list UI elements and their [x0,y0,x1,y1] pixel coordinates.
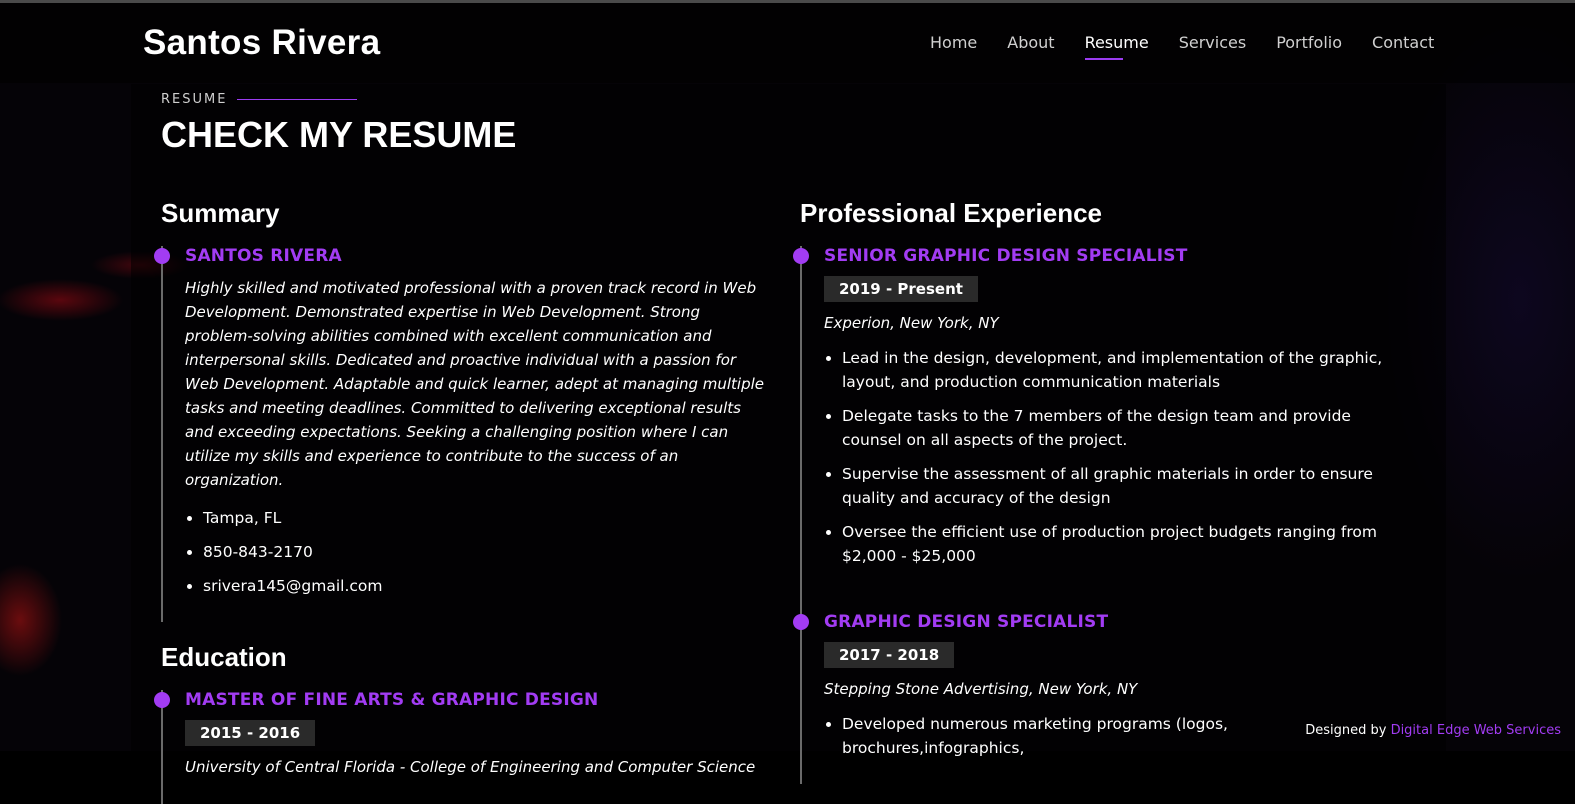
job-title: SENIOR GRAPHIC DESIGN SPECIALIST [824,246,1188,266]
section-title: CHECK MY RESUME [161,114,517,155]
contact-phone: 850-843-2170 [203,540,771,564]
job-item: SENIOR GRAPHIC DESIGN SPECIALIST 2019 - … [793,246,1410,612]
summary-item: SANTOS RIVERA Highly skilled and motivat… [154,246,771,622]
site-header: Santos Rivera Home About Resume Services… [0,3,1575,83]
job-years: 2019 - Present [824,276,978,302]
summary-heading: Summary [161,198,280,228]
contact-location: Tampa, FL [203,506,771,530]
summary-text: Highly skilled and motivated professiona… [185,279,765,489]
main-nav: Home About Resume Services Portfolio Con… [930,33,1464,60]
section-label-underline [237,99,358,100]
nav-resume[interactable]: Resume [1084,33,1149,60]
right-column: Professional Experience SENIOR GRAPHIC D… [793,196,1410,784]
site-logo[interactable]: Santos Rivera [143,23,380,63]
education-years: 2015 - 2016 [185,720,316,746]
education-item: MASTER OF FINE ARTS & GRAPHIC DESIGN 201… [154,690,771,804]
education-heading: Education [161,642,287,672]
contact-list: Tampa, FL 850-843-2170 srivera145@gmail.… [185,506,771,598]
education-degree: MASTER OF FINE ARTS & GRAPHIC DESIGN [185,690,599,710]
summary-name: SANTOS RIVERA [185,246,342,266]
section-label: RESUME [161,92,358,107]
footer-credit-link[interactable]: Digital Edge Web Services [1391,723,1561,738]
job-item: GRAPHIC DESIGN SPECIALIST 2017 - 2018 St… [793,612,1410,784]
experience-heading: Professional Experience [800,198,1103,228]
job-duty: Supervise the assessment of all graphic … [842,462,1410,510]
nav-about[interactable]: About [1007,33,1054,52]
job-company: Stepping Stone Advertising, New York, NY [824,680,1138,698]
contact-email: srivera145@gmail.com [203,574,771,598]
nav-portfolio[interactable]: Portfolio [1276,33,1342,52]
job-years: 2017 - 2018 [824,642,955,668]
job-company: Experion, New York, NY [824,314,999,332]
job-duty: Oversee the efficient use of production … [842,520,1410,568]
nav-home[interactable]: Home [930,33,977,52]
job-title: GRAPHIC DESIGN SPECIALIST [824,612,1109,632]
footer-credit: Designed by Digital Edge Web Services [1305,723,1561,738]
job-duty: Delegate tasks to the 7 members of the d… [842,404,1410,452]
education-school: University of Central Florida - College … [185,758,756,776]
left-column: Summary SANTOS RIVERA Highly skilled and… [154,196,771,804]
nav-services[interactable]: Services [1179,33,1246,52]
job-duty: Lead in the design, development, and imp… [842,346,1410,394]
job-duties: Lead in the design, development, and imp… [824,346,1410,568]
nav-contact[interactable]: Contact [1372,33,1434,52]
